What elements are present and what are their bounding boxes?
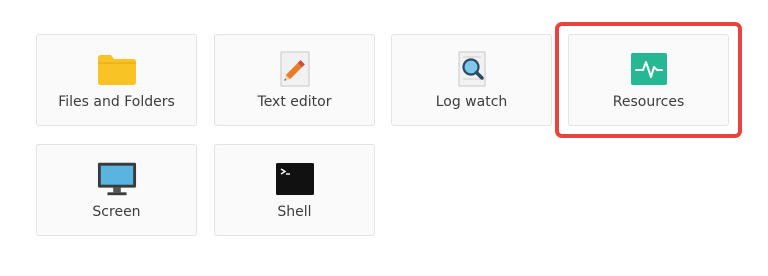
tile-label: Log watch: [435, 94, 508, 110]
tile-label: Shell: [277, 204, 312, 220]
resources-icon: [629, 51, 669, 87]
tile-label: Resources: [612, 94, 685, 110]
log-watch-icon: [452, 51, 492, 87]
tile-label: Files and Folders: [58, 94, 175, 110]
tile-label: Screen: [92, 204, 141, 220]
tile-log-watch[interactable]: Log watch: [391, 34, 552, 126]
tile-shell[interactable]: Shell: [214, 144, 375, 236]
terminal-icon: [275, 161, 315, 197]
tile-text-editor[interactable]: Text editor: [214, 34, 375, 126]
tile-resources[interactable]: Resources: [568, 34, 729, 126]
folder-icon: [97, 51, 137, 87]
app-launcher: Files and Folders Text editor Log watch …: [0, 0, 768, 276]
tile-label: Text editor: [257, 94, 332, 110]
text-editor-icon: [275, 51, 315, 87]
tile-screen[interactable]: Screen: [36, 144, 197, 236]
tile-files-and-folders[interactable]: Files and Folders: [36, 34, 197, 126]
monitor-icon: [97, 161, 137, 197]
